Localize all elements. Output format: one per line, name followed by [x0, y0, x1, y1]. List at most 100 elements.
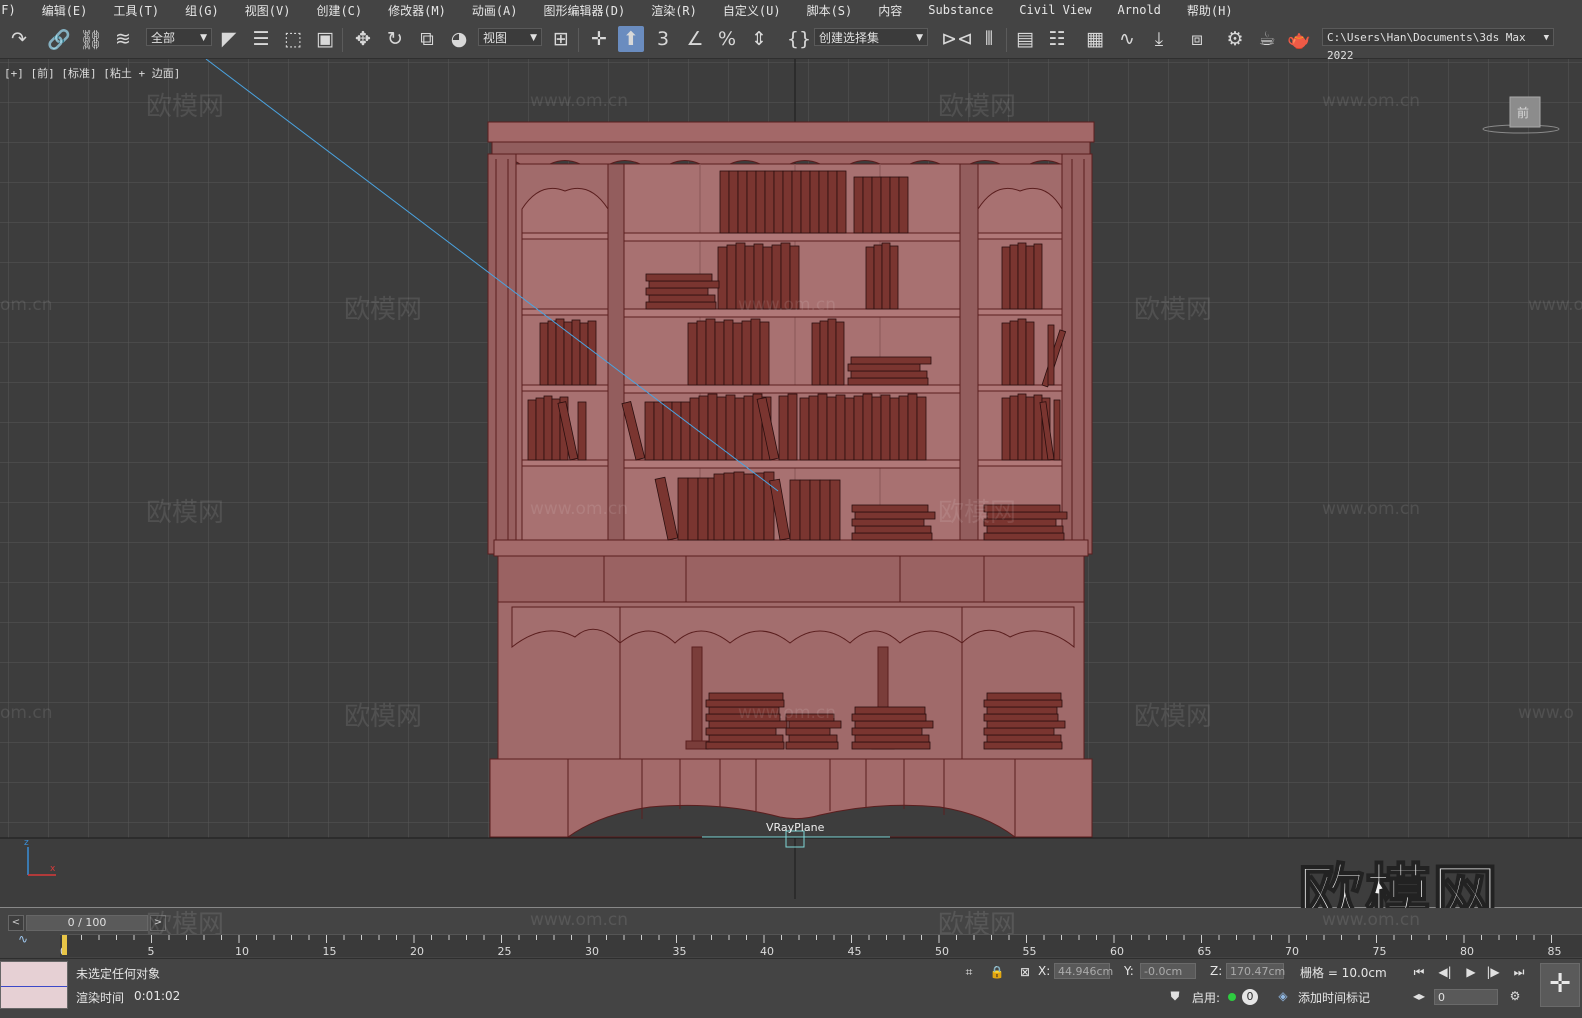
material-editor-icon[interactable]: ⧈ [1184, 26, 1210, 52]
book [743, 395, 754, 461]
select-object-icon[interactable]: ◤ [216, 26, 242, 52]
selection-lock-icon[interactable]: 🔒 [988, 963, 1006, 981]
scene-explorer-icon[interactable]: ☷ [1044, 26, 1070, 52]
ruler-tick-label: 5 [148, 945, 155, 957]
edit-named-selection-icon[interactable]: {} [786, 26, 812, 52]
current-frame-marker[interactable] [62, 935, 67, 955]
y-coordinate-field[interactable]: -0.0cm [1140, 963, 1196, 979]
book [714, 321, 725, 386]
pivot-center-icon[interactable]: ⊞ [548, 26, 574, 52]
goto-start-icon[interactable]: ⏮ [1410, 963, 1428, 981]
menu-item[interactable]: 内容 [865, 2, 915, 19]
link-icon[interactable]: 🔗 [46, 26, 72, 52]
book [744, 245, 755, 310]
time-config-icon[interactable]: ⚙ [1506, 987, 1524, 1005]
menu-item[interactable]: 组(G) [172, 2, 232, 19]
time-slider-thumb[interactable]: 0 / 100 [26, 915, 148, 931]
keyboard-shortcut-override-icon[interactable]: ⬆ [618, 26, 644, 52]
manipulate-icon[interactable]: ✛ [586, 26, 612, 52]
menu-item[interactable]: 修改器(M) [375, 2, 459, 19]
book-stack-item [708, 706, 780, 715]
curve-editor-icon[interactable]: ∿ [1114, 26, 1140, 52]
window-crossing-icon[interactable]: ▣ [312, 26, 338, 52]
schematic-view-icon[interactable]: ⤓ [1146, 26, 1172, 52]
snaps-toggle-icon[interactable]: 3 [650, 26, 676, 52]
isolate-selection-icon[interactable]: ⌗ [960, 963, 978, 981]
menu-item[interactable]: 脚本(S) [794, 2, 866, 19]
menu-item[interactable]: 渲染(R) [638, 2, 710, 19]
book [880, 176, 891, 234]
goto-end-icon[interactable]: ⏭ [1510, 963, 1528, 981]
book [733, 471, 745, 541]
menu-item[interactable]: 视图(V) [232, 2, 304, 19]
menu-item[interactable]: 编辑(E) [29, 2, 101, 19]
play-icon[interactable]: ▶ [1462, 963, 1480, 981]
unlink-icon[interactable]: ⛓ [78, 26, 104, 52]
ruler-tick-label: 40 [760, 945, 774, 957]
menu-item[interactable]: 自定义(U) [710, 2, 794, 19]
z-coordinate-field[interactable]: 170.47cm [1226, 963, 1285, 979]
mirror-icon[interactable]: ⊳⊲ [941, 26, 973, 52]
viewport-label[interactable]: [+] [前] [标准] [粘土 + 边面] [4, 65, 180, 81]
track-bar[interactable]: 0510152025303540455055606570758085 [60, 934, 1582, 958]
maxscript-listener-mini[interactable] [0, 961, 68, 1009]
ruler-tick-label: 85 [1548, 945, 1562, 957]
front-viewport[interactable]: z x [+] [前] [标准] [粘土 + 边面] VRayPlane 前 欧… [0, 59, 1582, 908]
book [809, 170, 820, 234]
ref-coord-dropdown[interactable]: 视图 ▼ [478, 28, 542, 46]
book [829, 479, 841, 541]
book [577, 401, 587, 461]
viewport-canvas: z x [0, 59, 1582, 907]
percent-snap-icon[interactable]: % [714, 26, 740, 52]
x-coordinate-field[interactable]: 44.946cm [1054, 963, 1113, 979]
next-frame-button[interactable]: > [150, 915, 166, 931]
adaptive-degradation-icon[interactable]: ⛊ [1166, 987, 1184, 1005]
key-mode-icon[interactable]: ◂▸ [1410, 987, 1428, 1005]
prev-frame-button[interactable]: < [8, 915, 24, 931]
named-selection-dropdown[interactable]: 创建选择集 ▼ [814, 28, 928, 46]
book [799, 397, 810, 461]
layer-explorer-icon[interactable]: ▤ [1012, 26, 1038, 52]
next-key-icon[interactable]: |▶ [1484, 963, 1502, 981]
menu-item[interactable]: Civil View [1006, 3, 1104, 17]
ruler-tick-label: 80 [1460, 945, 1474, 957]
rectangular-selection-icon[interactable]: ⬚ [280, 26, 306, 52]
place-icon[interactable]: ◕ [446, 26, 472, 52]
selection-status: 未选定任何对象 [76, 967, 161, 981]
menu-item[interactable]: 图形编辑器(D) [531, 2, 639, 19]
menu-item[interactable]: (F) [0, 3, 29, 17]
align-icon[interactable]: ⫴ [976, 26, 1002, 52]
current-frame-field[interactable]: 0 [1434, 989, 1498, 1005]
menu-item[interactable]: 动画(A) [459, 2, 531, 19]
render-production-icon[interactable]: 🫖 [1286, 26, 1312, 52]
prev-key-icon[interactable]: ◀| [1436, 963, 1454, 981]
curve-editor-mini-icon[interactable]: ∿ [18, 932, 28, 946]
bind-space-warp-icon[interactable]: ≋ [110, 26, 136, 52]
menu-item[interactable]: Substance [915, 3, 1006, 17]
menu-item[interactable]: 帮助(H) [1174, 2, 1246, 19]
redo-icon[interactable]: ↷ [6, 26, 32, 52]
angle-snap-icon[interactable]: ∠ [682, 26, 708, 52]
time-slider[interactable]: < 0 / 100 > [8, 914, 166, 931]
absolute-mode-icon[interactable]: ⊠ [1016, 963, 1034, 981]
book [844, 397, 855, 461]
counter-badge[interactable]: 0 [1242, 989, 1258, 1005]
rendered-frame-window-icon[interactable]: ☕ [1254, 26, 1280, 52]
book [1025, 245, 1035, 310]
add-time-tag[interactable]: 添加时间标记 [1298, 989, 1370, 1006]
time-tag-icon[interactable]: ◈ [1274, 987, 1292, 1005]
spinner-snap-icon[interactable]: ⇕ [746, 26, 772, 52]
book-stack-item [854, 525, 932, 534]
selection-filter-dropdown[interactable]: 全部 ▼ [146, 28, 212, 46]
menu-item[interactable]: 创建(C) [303, 2, 375, 19]
menu-item[interactable]: Arnold [1105, 3, 1174, 17]
project-path-dropdown[interactable]: C:\Users\Han\Documents\3ds Max 2022 ▼ [1322, 28, 1554, 62]
ribbon-toggle-icon[interactable]: ▦ [1082, 26, 1108, 52]
menu-item[interactable]: 工具(T) [100, 2, 172, 19]
select-rotate-icon[interactable]: ↻ [382, 26, 408, 52]
viewport-nav-icon[interactable]: ✛ [1540, 963, 1580, 1007]
select-scale-icon[interactable]: ⧉ [414, 26, 440, 52]
select-move-icon[interactable]: ✥ [350, 26, 376, 52]
select-by-name-icon[interactable]: ☰ [248, 26, 274, 52]
render-setup-icon[interactable]: ⚙ [1222, 26, 1248, 52]
